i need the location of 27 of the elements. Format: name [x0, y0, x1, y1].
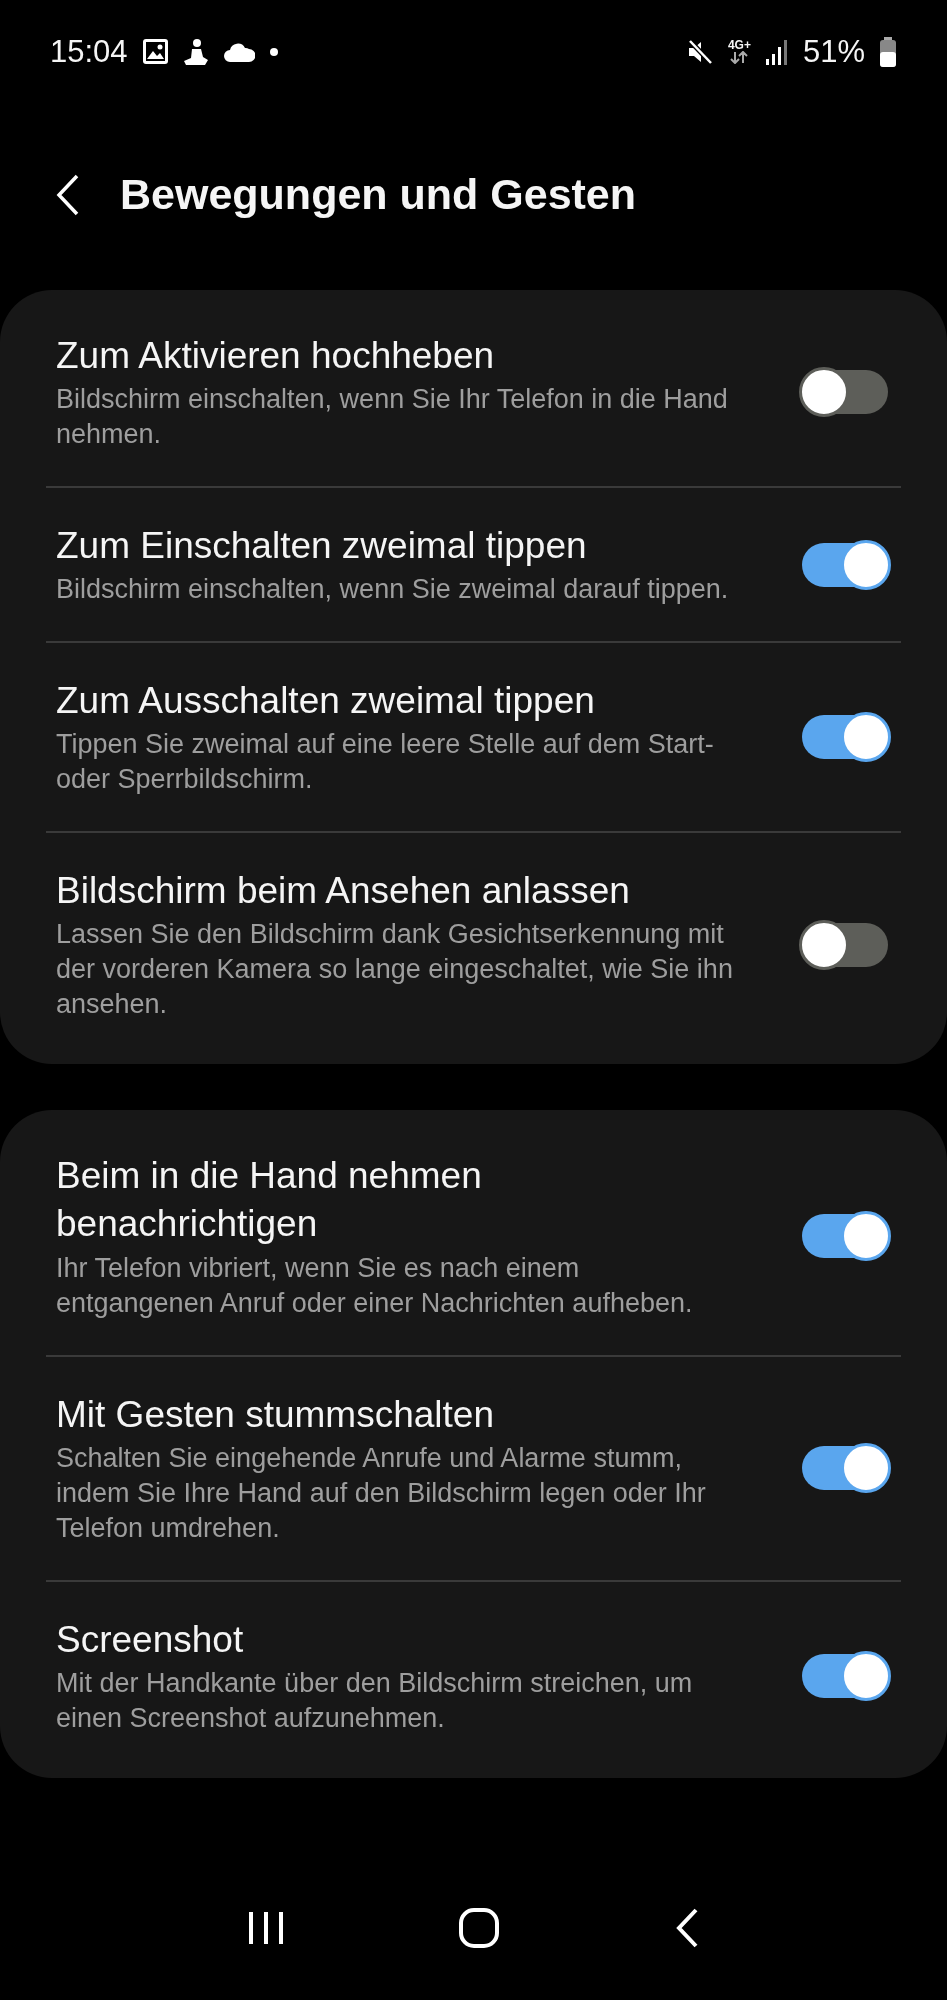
setting-description: Bildschirm einschalten, wenn Sie Ihr Telefon in die Hand nehmen. — [56, 383, 729, 452]
setting-title[interactable]: Zum Ausschalten zweimal tippen — [56, 677, 736, 726]
recent-apps-button[interactable] — [246, 1910, 285, 1946]
network-type: 4G+ — [727, 39, 751, 51]
data-arrows-icon — [729, 51, 750, 64]
battery-icon — [879, 36, 897, 67]
setting-title[interactable]: Beim in die Hand nehmen benachrichtigen — [56, 1152, 736, 1249]
setting-description: Bildschirm einschalten, wenn Sie zweimal darauf tippen. — [56, 573, 730, 607]
image-icon — [141, 38, 169, 65]
setting-description: Lassen Sie den Bildschirm dank Gesichtserkennung mit der vorderen Kamera so lange eingeschaltet, wie Sie ihn ansehen. — [56, 918, 734, 1022]
home-button[interactable] — [458, 1907, 501, 1949]
battery-percentage: 51% — [802, 36, 865, 67]
signal-icon — [764, 38, 789, 65]
setting-title[interactable]: Zum Einschalten zweimal tippen — [56, 522, 736, 571]
dot-icon — [268, 46, 279, 57]
setting-description: Schalten Sie eingehende Anrufe und Alarme stumm, indem Sie Ihre Hand auf den Bildschirm legen oder Ihr Telefon umdrehen. — [56, 1441, 707, 1545]
setting-title[interactable]: Mit Gesten stummschalten — [56, 1390, 736, 1439]
figure-icon — [182, 37, 209, 66]
back-button[interactable] — [56, 173, 80, 217]
setting-description: Mit der Handkante über den Bildschirm streichen, um einen Screenshot aufzunehmen. — [56, 1666, 694, 1735]
setting-title[interactable]: Zum Aktivieren hochheben — [56, 332, 736, 381]
setting-title[interactable]: Screenshot — [56, 1615, 736, 1664]
clock: 15:04 — [50, 36, 128, 67]
setting-description: Ihr Telefon vibriert, wenn Sie es nach einem entgangenen Anruf oder einer Nachrichten aufheben. — [56, 1251, 694, 1320]
setting-description: Tippen Sie zweimal auf eine leere Stelle auf dem Start- oder Sperrbildschirm. — [56, 728, 715, 797]
setting-title[interactable]: Bildschirm beim Ansehen anlassen — [56, 867, 736, 916]
page-title: Bewegungen und Gesten — [120, 169, 637, 221]
